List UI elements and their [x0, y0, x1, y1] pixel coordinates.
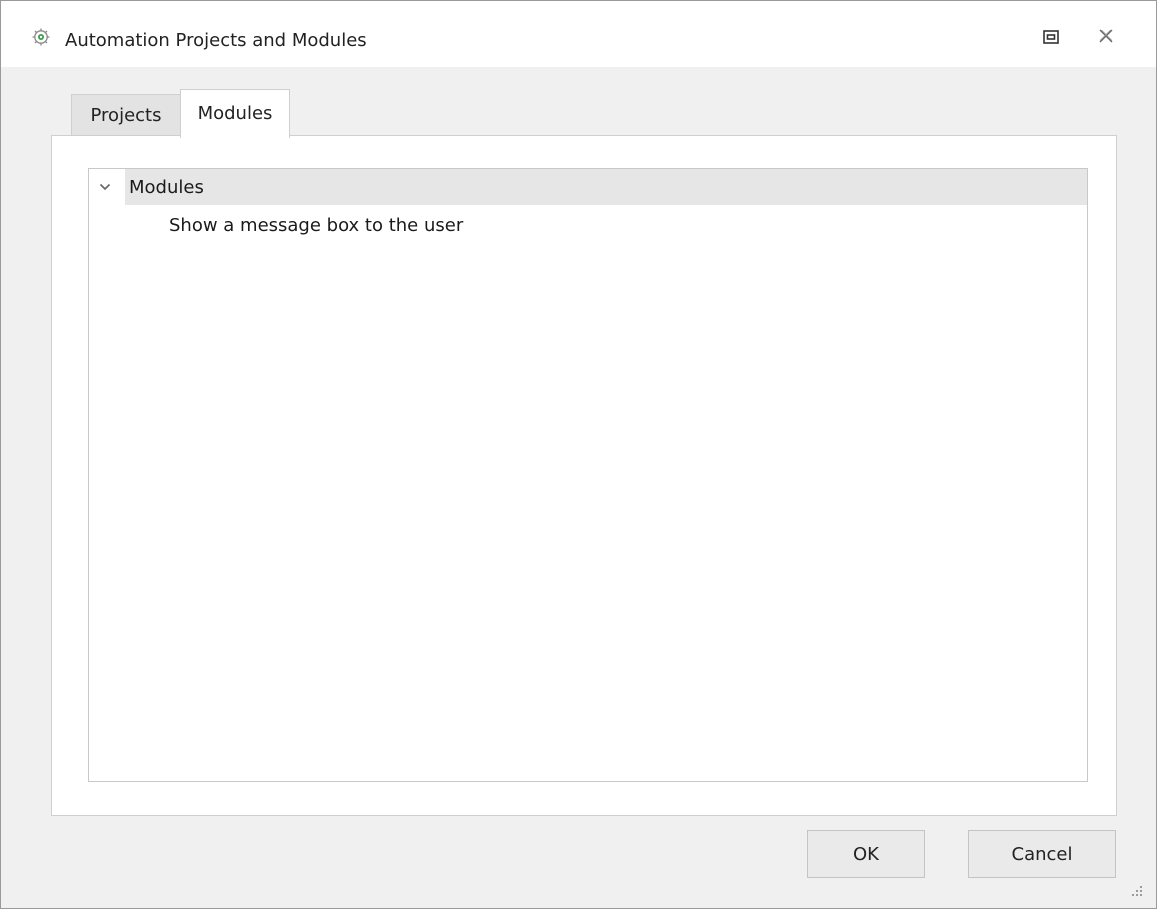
resize-grip-icon[interactable] [1126, 882, 1144, 900]
window-title: Automation Projects and Modules [65, 30, 367, 51]
tab-label: Modules [197, 103, 273, 124]
dialog-window: Automation Projects and Modules Projects [0, 0, 1157, 909]
gear-icon [31, 27, 51, 47]
restore-button[interactable] [1036, 23, 1066, 53]
tab-modules[interactable]: Modules [180, 89, 290, 138]
tree-node-show-message-box[interactable]: Show a message box to the user [89, 207, 1087, 243]
tab-label: Projects [90, 104, 162, 126]
restore-icon [1043, 29, 1059, 48]
cancel-button[interactable]: Cancel [968, 830, 1116, 878]
tree-row-highlight [125, 169, 1087, 205]
close-icon [1098, 28, 1114, 48]
tree-node-label: Modules [129, 177, 204, 198]
modules-tab-panel: Modules Show a message box to the user [51, 135, 1117, 816]
modules-tree[interactable]: Modules Show a message box to the user [88, 168, 1088, 782]
tree-node-modules[interactable]: Modules [89, 169, 1087, 205]
title-bar[interactable]: Automation Projects and Modules [1, 1, 1156, 67]
tree-node-label: Show a message box to the user [169, 215, 464, 236]
chevron-down-icon[interactable] [97, 179, 113, 195]
close-button[interactable] [1091, 23, 1121, 53]
dialog-content: Projects Modules Modules Show a message … [1, 67, 1156, 908]
ok-button[interactable]: OK [807, 830, 925, 878]
tab-projects[interactable]: Projects [71, 94, 181, 136]
